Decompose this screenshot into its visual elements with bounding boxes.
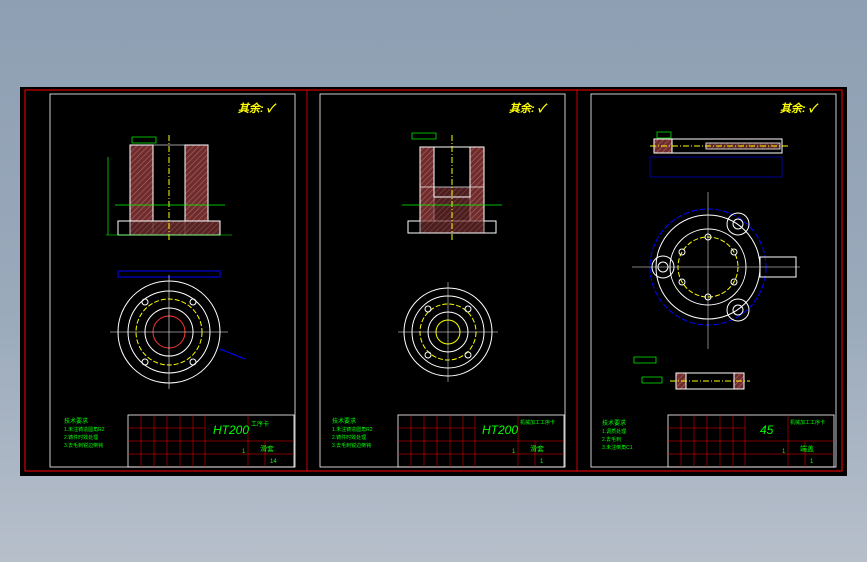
sheet-3-section-view [633, 356, 750, 390]
sheet-1-front-view [106, 135, 232, 242]
svg-text:2.铸件时效处理: 2.铸件时效处理 [64, 434, 98, 441]
svg-text:3.去毛刺锐边倒钝: 3.去毛刺锐边倒钝 [332, 442, 371, 449]
svg-text:1.未注铸造圆角R2: 1.未注铸造圆角R2 [64, 426, 105, 433]
sheet-2-border [319, 93, 566, 468]
sheet-3-border [590, 93, 837, 468]
sheet-1-part-name: 滑套 [260, 444, 274, 453]
sheet-3-material: 45 [760, 423, 774, 437]
svg-text:2.去毛刺: 2.去毛刺 [602, 436, 621, 443]
sheet-3-plan-view [632, 192, 800, 349]
sheet-2[interactable]: 其余: ✓ 技术要求 1.未注铸造圆角R2 2.铸件时效处理 3.去毛刺锐边倒钝… [319, 93, 566, 468]
svg-text:1.调质处理: 1.调质处理 [602, 428, 626, 435]
svg-text:1.未注铸造圆角R2: 1.未注铸造圆角R2 [332, 426, 373, 433]
sheet-1-top-view [110, 270, 246, 389]
sheet-3-roughness-note: 其余: ✓ [780, 102, 819, 115]
sheet-1-title-block[interactable]: HT200 工序卡 滑套 1 14 [127, 414, 295, 468]
svg-text:技术要求: 技术要求 [332, 417, 356, 425]
sheet-2-part-name: 滑套 [530, 444, 544, 453]
sheet-2-material: HT200 [482, 423, 518, 437]
svg-text:技术要求: 技术要求 [64, 417, 88, 425]
cad-drawing-canvas[interactable]: 其余: ✓ 技术要求 1.未注铸造圆角R2 2.铸件时效处理 3.去毛刺锐边倒钝… [20, 87, 847, 476]
sheet-1[interactable]: 其余: ✓ 技术要求 1.未注铸造圆角R2 2.铸件时效处理 3.去毛刺锐边倒钝… [49, 93, 296, 468]
svg-text:技术要求: 技术要求 [602, 419, 626, 427]
sheet-3-title-block[interactable]: 45 机械加工工序卡 端盖 1 1 [667, 414, 835, 468]
sheet-2-sheet-no: 1 [540, 459, 544, 465]
sheet-1-material: HT200 [213, 423, 249, 437]
sheet-3-part-name: 端盖 [800, 444, 814, 453]
svg-text:3.去毛刺锐边倒钝: 3.去毛刺锐边倒钝 [64, 442, 103, 449]
sheet-2-top-view [398, 282, 498, 382]
sheet-2-doc-title: 机械加工工序卡 [520, 419, 555, 426]
sheet-1-sheet-no: 14 [270, 459, 277, 465]
sheet-3-side-view [649, 131, 790, 178]
sheet-1-roughness-note: 其余: ✓ [238, 102, 277, 115]
sheet-3-doc-title: 机械加工工序卡 [790, 419, 825, 426]
sheet-3-sheet-no: 1 [810, 459, 814, 465]
sheet-2-front-view [402, 132, 502, 242]
sheet-1-notes: 技术要求 1.未注铸造圆角R2 2.铸件时效处理 3.去毛刺锐边倒钝 [64, 417, 105, 449]
sheet-3-notes: 技术要求 1.调质处理 2.去毛刺 3.未注倒角C1 [602, 419, 633, 451]
sheet-2-notes: 技术要求 1.未注铸造圆角R2 2.铸件时效处理 3.去毛刺锐边倒钝 [332, 417, 373, 449]
sheet-1-doc-title: 工序卡 [251, 420, 269, 428]
sheet-2-title-block[interactable]: HT200 机械加工工序卡 滑套 1 1 [397, 414, 565, 468]
sheet-3[interactable]: 其余: ✓ 技术要求 1.调质处理 2.去毛刺 3.未注倒角C1 45 机械加工… [590, 93, 837, 468]
sheet-2-roughness-note: 其余: ✓ [509, 102, 548, 115]
svg-text:3.未注倒角C1: 3.未注倒角C1 [602, 444, 633, 451]
sheet-1-border [49, 93, 296, 468]
svg-text:2.铸件时效处理: 2.铸件时效处理 [332, 434, 366, 441]
